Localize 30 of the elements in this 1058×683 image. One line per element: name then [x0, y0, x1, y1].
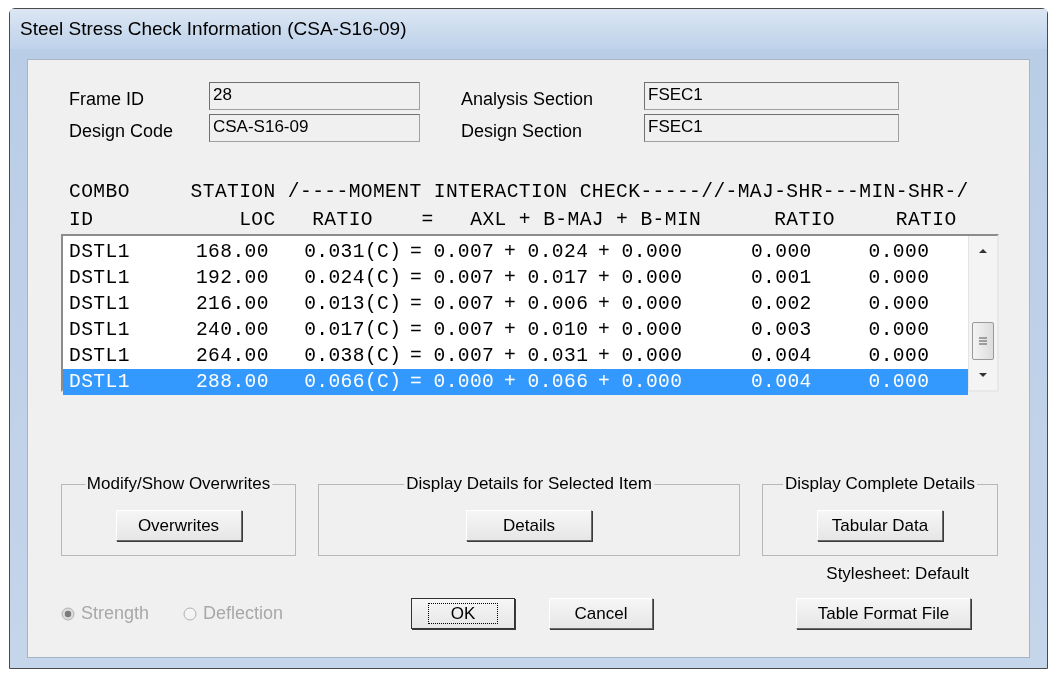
field-label: Design Code: [69, 119, 175, 142]
table-row[interactable]: DSTL1 264.00 0.038(C) = 0.007 + 0.031 + 0.000 0.004 0.000: [63, 343, 968, 369]
column-header: ID LOC RATIO = AXL + B-MAJ + B-MIN RATIO RATIO: [68, 208, 958, 233]
group-button[interactable]: Tabular Data: [816, 510, 944, 541]
field-label: Analysis Section: [461, 87, 595, 110]
field-label: Frame ID: [69, 87, 145, 110]
table-row[interactable]: DSTL1 240.00 0.017(C) = 0.007 + 0.010 + 0.000 0.003 0.000: [63, 317, 968, 343]
table-row[interactable]: DSTL1 192.00 0.024(C) = 0.007 + 0.017 + 0.000 0.001 0.000: [63, 265, 968, 291]
scroll-thumb[interactable]: [972, 322, 994, 360]
group-button[interactable]: Overwrites: [115, 510, 242, 541]
text-field[interactable]: FSEC1: [644, 114, 899, 142]
window-title: Steel Stress Check Information (CSA-S16-09): [20, 18, 407, 40]
text-field[interactable]: FSEC1: [644, 82, 899, 110]
group-title: Modify/Show Overwrites: [84, 474, 273, 494]
group-title: Display Complete Details: [783, 474, 977, 494]
scrollbar[interactable]: [968, 236, 997, 390]
table-row[interactable]: DSTL1 216.00 0.013(C) = 0.007 + 0.006 + 0.000 0.002 0.000: [63, 291, 968, 317]
table-format-button[interactable]: Table Format File: [796, 598, 971, 629]
table-row[interactable]: DSTL1 168.00 0.031(C) = 0.007 + 0.024 + 0.000 0.000 0.000: [63, 239, 968, 265]
text-field[interactable]: 28: [209, 82, 420, 110]
text-field[interactable]: CSA-S16-09: [209, 114, 420, 142]
scroll-down-icon[interactable]: [978, 372, 988, 378]
scroll-up-icon[interactable]: [978, 248, 988, 254]
dialog-button[interactable]: OK: [411, 598, 515, 629]
group-button[interactable]: Details: [466, 510, 592, 541]
stylesheet-label: Stylesheet: Default: [826, 564, 969, 584]
field-label: Design Section: [461, 119, 584, 142]
dialog-button[interactable]: Cancel: [549, 598, 653, 629]
column-header: COMBO STATION /----MOMENT INTERACTION CHECK-----//-MAJ-SHR---MIN-SHR-/: [68, 180, 970, 205]
group-title: Display Details for Selected Item: [404, 474, 654, 494]
